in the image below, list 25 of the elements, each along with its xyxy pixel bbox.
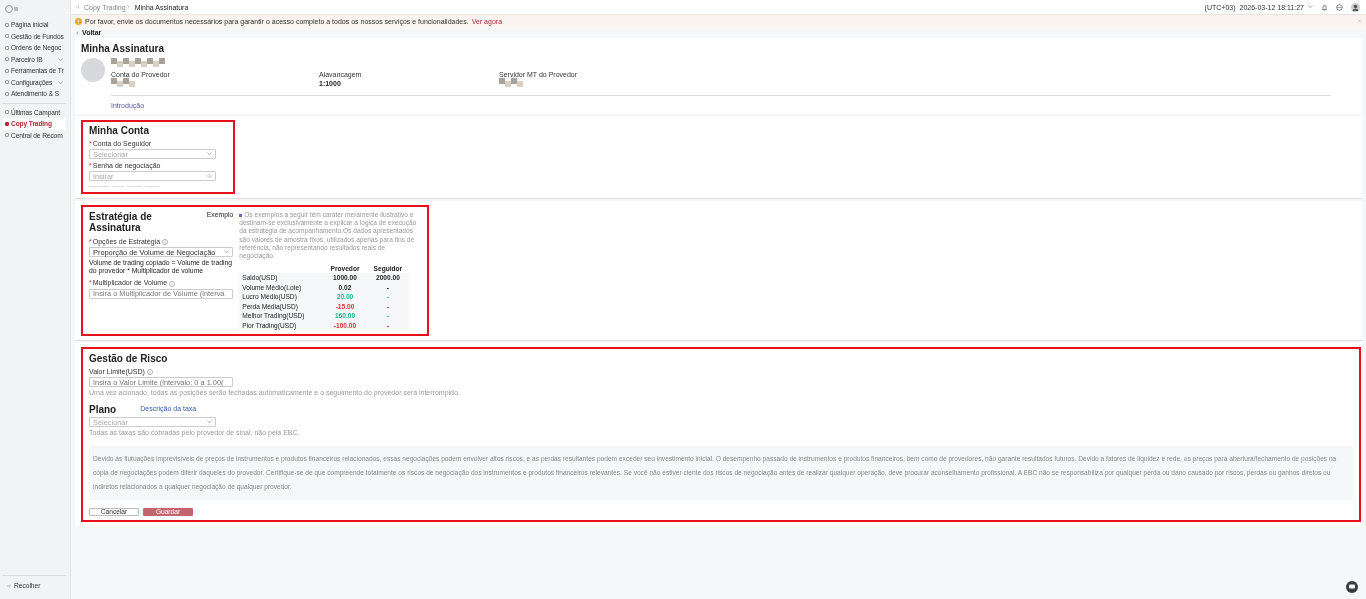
caret-icon — [207, 420, 212, 425]
caret-icon — [207, 152, 212, 156]
eye-icon — [207, 174, 212, 178]
section-title: Gestão de Risco — [89, 352, 169, 364]
info-icon — [162, 239, 169, 246]
section-title: Estratégia de Assinatura — [89, 211, 153, 233]
info-icon — [169, 280, 176, 287]
chat-icon — [1346, 581, 1358, 593]
info-icon — [146, 369, 153, 376]
section-title: Plano — [89, 404, 117, 416]
globe-icon — [1336, 3, 1343, 11]
section-title: Minha Conta — [89, 125, 150, 136]
avatar-placeholder — [81, 58, 105, 82]
logo-icon — [5, 4, 19, 14]
caret-icon — [224, 250, 229, 255]
section-title: Minha Assinatura — [81, 43, 165, 54]
blurred-value — [499, 78, 523, 87]
bell-icon — [1321, 3, 1328, 11]
blurred-value — [111, 78, 135, 87]
chevron-icon — [1308, 5, 1313, 9]
collapse-icon — [6, 583, 11, 588]
chevron-icon — [75, 30, 80, 35]
blurred-name — [111, 58, 165, 67]
warning-icon — [75, 17, 82, 25]
avatar-icon — [1351, 2, 1360, 12]
